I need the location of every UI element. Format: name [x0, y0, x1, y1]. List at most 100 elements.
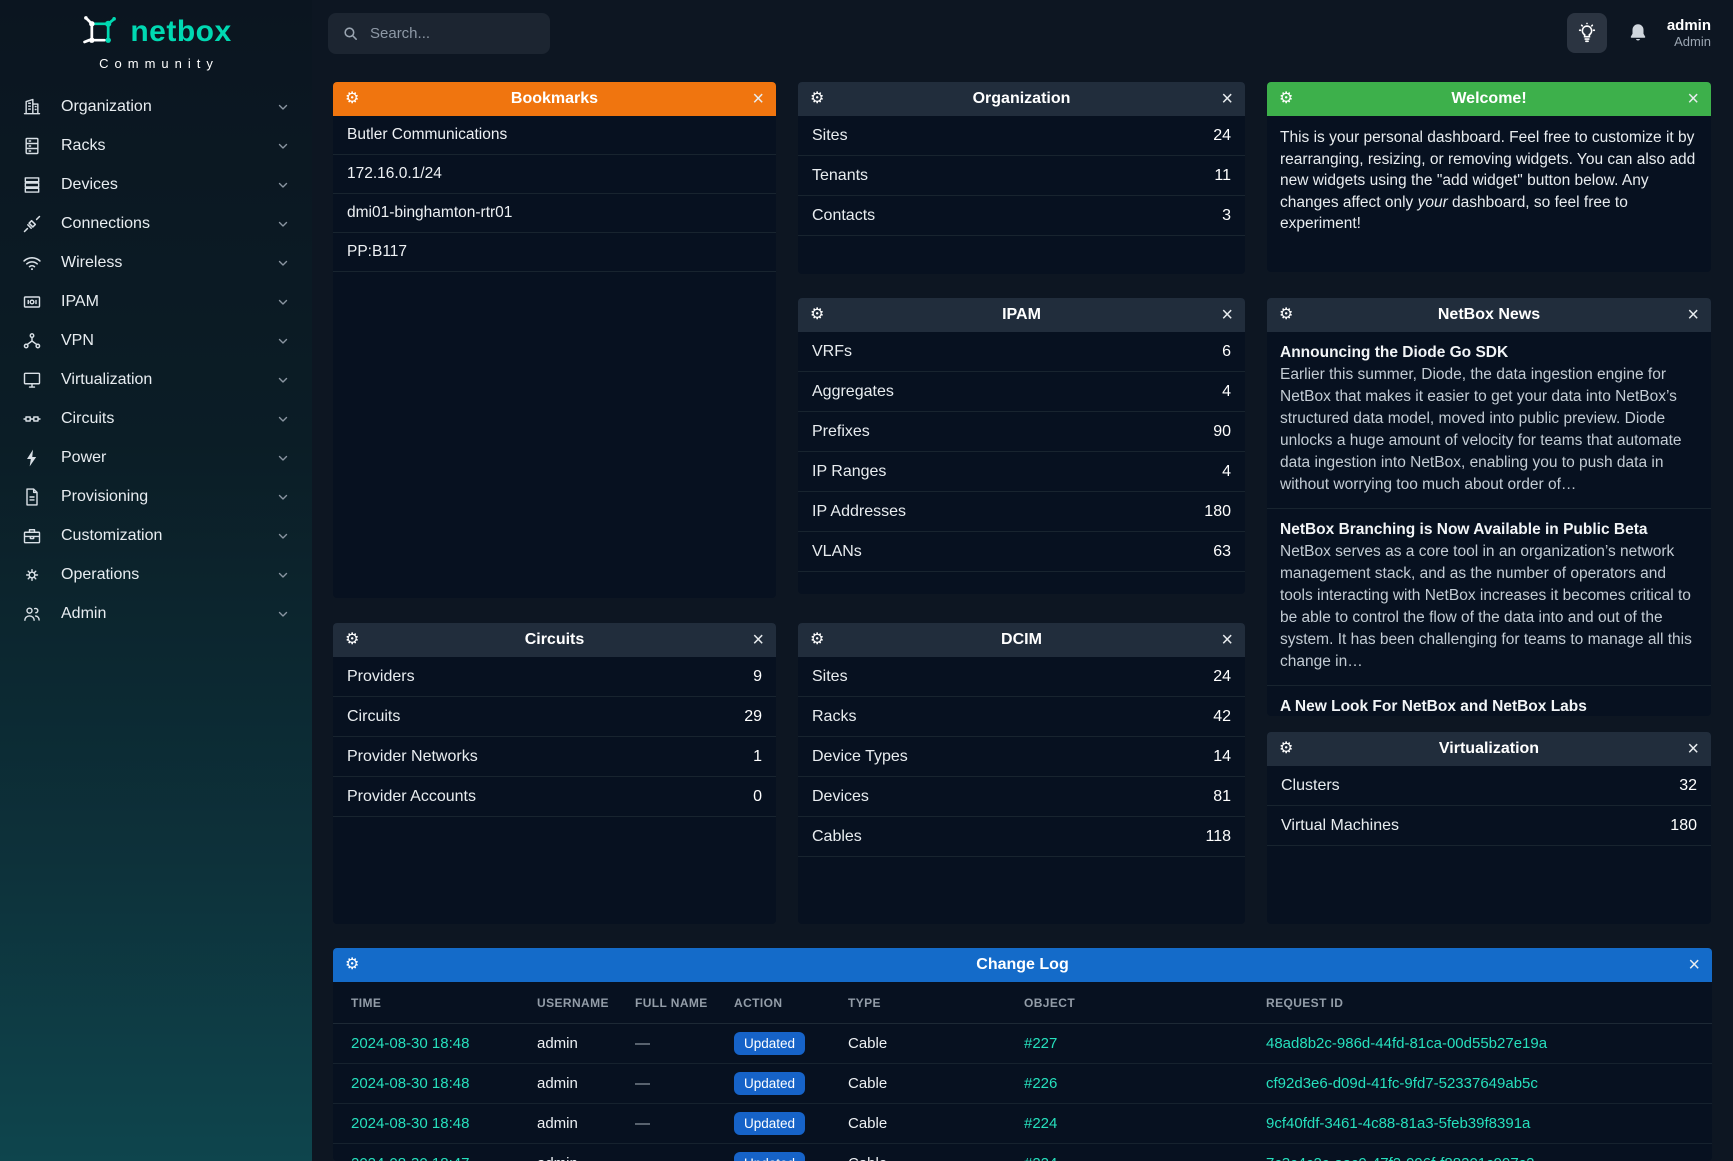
sidebar-item-connections[interactable]: Connections — [0, 204, 312, 243]
widget-close-icon[interactable]: × — [1221, 89, 1233, 109]
stat-label-link[interactable]: Tenants — [812, 167, 868, 185]
stat-label-link[interactable]: Racks — [812, 708, 856, 726]
stat-label-link[interactable]: Cables — [812, 828, 862, 846]
stat-count-link[interactable]: 29 — [744, 708, 762, 726]
news-article-title-link[interactable]: A New Look For NetBox and NetBox Labs — [1280, 696, 1698, 716]
stat-label-link[interactable]: Circuits — [347, 708, 400, 726]
stat-count-link[interactable]: 32 — [1679, 777, 1697, 795]
sidebar-item-customization[interactable]: Customization — [0, 516, 312, 555]
stat-label-link[interactable]: Contacts — [812, 207, 875, 225]
sidebar-item-provisioning[interactable]: Provisioning — [0, 477, 312, 516]
stat-label-link[interactable]: VLANs — [812, 543, 862, 561]
search-input[interactable] — [370, 25, 536, 42]
widget-config-gear-icon[interactable]: ⚙ — [810, 307, 824, 323]
stat-label-link[interactable]: Provider Networks — [347, 748, 478, 766]
change-object-link[interactable]: #227 — [1024, 1035, 1266, 1052]
news-article-title-link[interactable]: Announcing the Diode Go SDK — [1280, 342, 1698, 363]
widget-close-icon[interactable]: × — [752, 630, 764, 650]
stat-row: Device Types 14 — [798, 737, 1245, 777]
news-article-title-link[interactable]: NetBox Branching is Now Available in Pub… — [1280, 519, 1698, 540]
sidebar-item-circuits[interactable]: Circuits — [0, 399, 312, 438]
stat-count-link[interactable]: 0 — [753, 788, 762, 806]
stat-label-link[interactable]: Device Types — [812, 748, 908, 766]
widget-config-gear-icon[interactable]: ⚙ — [345, 957, 359, 973]
widget-config-gear-icon[interactable]: ⚙ — [810, 91, 824, 107]
stat-label-link[interactable]: IP Ranges — [812, 463, 886, 481]
sidebar-item-admin[interactable]: Admin — [0, 594, 312, 633]
stat-count-link[interactable]: 24 — [1213, 127, 1231, 145]
stat-count-link[interactable]: 180 — [1670, 817, 1697, 835]
widget-config-gear-icon[interactable]: ⚙ — [345, 91, 359, 107]
stat-count-link[interactable]: 4 — [1222, 383, 1231, 401]
theme-toggle-button[interactable] — [1567, 13, 1607, 53]
stat-count-link[interactable]: 118 — [1205, 828, 1231, 846]
widget-config-gear-icon[interactable]: ⚙ — [345, 632, 359, 648]
widget-close-icon[interactable]: × — [1221, 305, 1233, 325]
sidebar-item-power[interactable]: Power — [0, 438, 312, 477]
stat-count-link[interactable]: 14 — [1213, 748, 1231, 766]
change-time-link[interactable]: 2024-08-30 18:48 — [351, 1035, 537, 1052]
widget-config-gear-icon[interactable]: ⚙ — [810, 632, 824, 648]
sidebar-item-vpn[interactable]: VPN — [0, 321, 312, 360]
stat-label-link[interactable]: Prefixes — [812, 423, 870, 441]
bookmark-link[interactable]: Butler Communications — [333, 116, 776, 155]
stat-count-link[interactable]: 42 — [1213, 708, 1231, 726]
stat-count-link[interactable]: 6 — [1222, 343, 1231, 361]
sidebar-item-label: Provisioning — [61, 488, 148, 506]
changelog-widget-header: ⚙ Change Log × — [333, 948, 1712, 982]
change-request-id-link[interactable]: 9cf40fdf-3461-4c88-81a3-5feb39f8391a — [1266, 1115, 1694, 1132]
bookmark-link[interactable]: 172.16.0.1/24 — [333, 155, 776, 194]
stat-count-link[interactable]: 1 — [753, 748, 762, 766]
stat-label-link[interactable]: Provider Accounts — [347, 788, 476, 806]
stat-count-link[interactable]: 3 — [1222, 207, 1231, 225]
widget-close-icon[interactable]: × — [1688, 955, 1700, 975]
widget-close-icon[interactable]: × — [1687, 739, 1699, 759]
change-request-id-link[interactable]: 48ad8b2c-986d-44fd-81ca-00d55b27e19a — [1266, 1035, 1694, 1052]
sidebar-item-organization[interactable]: Organization — [0, 87, 312, 126]
widget-close-icon[interactable]: × — [1221, 630, 1233, 650]
widget-close-icon[interactable]: × — [1687, 89, 1699, 109]
change-object-link[interactable]: #226 — [1024, 1075, 1266, 1092]
stat-count-link[interactable]: 63 — [1213, 543, 1231, 561]
stat-label-link[interactable]: Sites — [812, 127, 848, 145]
stat-count-link[interactable]: 81 — [1213, 788, 1231, 806]
stat-count-link[interactable]: 90 — [1213, 423, 1231, 441]
change-time-link[interactable]: 2024-08-30 18:48 — [351, 1075, 537, 1092]
stat-count-link[interactable]: 180 — [1204, 503, 1231, 521]
widget-close-icon[interactable]: × — [752, 89, 764, 109]
sidebar-item-devices[interactable]: Devices — [0, 165, 312, 204]
stat-count-link[interactable]: 11 — [1214, 167, 1231, 185]
notifications-bell-icon[interactable] — [1627, 22, 1649, 44]
change-object-link[interactable]: #224 — [1024, 1115, 1266, 1132]
stat-label-link[interactable]: Clusters — [1281, 777, 1340, 795]
stat-count-link[interactable]: 9 — [753, 668, 762, 686]
widget-close-icon[interactable]: × — [1687, 305, 1699, 325]
change-request-id-link[interactable]: 7c3c4c2c-aac9-47f2-996f-f88201c997c2 — [1266, 1155, 1694, 1161]
sidebar-item-racks[interactable]: Racks — [0, 126, 312, 165]
stat-label-link[interactable]: Virtual Machines — [1281, 817, 1399, 835]
sidebar-item-wireless[interactable]: Wireless — [0, 243, 312, 282]
stat-label-link[interactable]: VRFs — [812, 343, 852, 361]
stat-label-link[interactable]: Sites — [812, 668, 848, 686]
change-request-id-link[interactable]: cf92d3e6-d09d-41fc-9fd7-52337649ab5c — [1266, 1075, 1694, 1092]
sidebar-item-operations[interactable]: Operations — [0, 555, 312, 594]
user-menu[interactable]: admin Admin — [1667, 17, 1711, 49]
stat-label-link[interactable]: IP Addresses — [812, 503, 906, 521]
bookmark-link[interactable]: dmi01-binghamton-rtr01 — [333, 194, 776, 233]
sidebar-item-virtualization[interactable]: Virtualization — [0, 360, 312, 399]
sidebar-item-ipam[interactable]: IPAM — [0, 282, 312, 321]
change-full-name: — — [635, 1075, 734, 1092]
news-article: Announcing the Diode Go SDK Earlier this… — [1267, 332, 1711, 509]
bookmark-link[interactable]: PP:B117 — [333, 233, 776, 272]
stat-count-link[interactable]: 24 — [1213, 668, 1231, 686]
stat-label-link[interactable]: Devices — [812, 788, 869, 806]
change-time-link[interactable]: 2024-08-30 18:48 — [351, 1115, 537, 1132]
widget-config-gear-icon[interactable]: ⚙ — [1279, 307, 1293, 323]
widget-config-gear-icon[interactable]: ⚙ — [1279, 741, 1293, 757]
change-time-link[interactable]: 2024-08-30 18:47 — [351, 1155, 537, 1161]
stat-label-link[interactable]: Providers — [347, 668, 415, 686]
stat-count-link[interactable]: 4 — [1222, 463, 1231, 481]
stat-label-link[interactable]: Aggregates — [812, 383, 894, 401]
change-object-link[interactable]: #224 — [1024, 1155, 1266, 1161]
widget-config-gear-icon[interactable]: ⚙ — [1279, 91, 1293, 107]
